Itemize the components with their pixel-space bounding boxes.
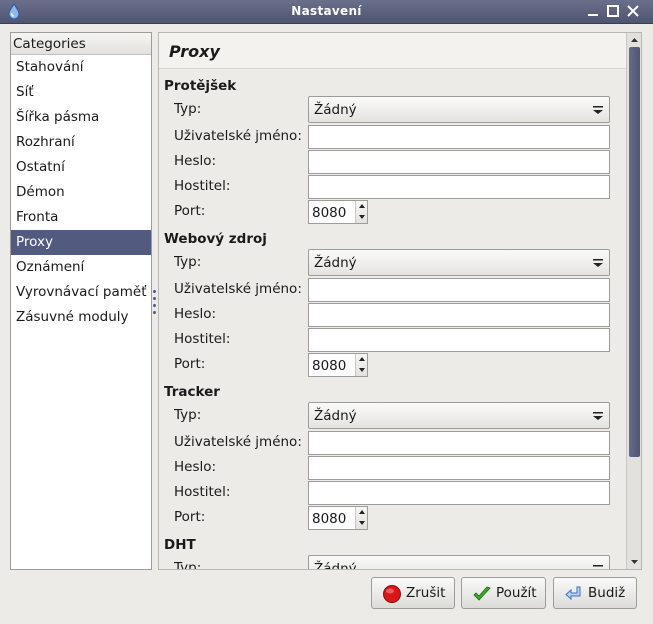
dht-type-label: Typ: <box>174 560 202 570</box>
vertical-scrollbar[interactable] <box>626 33 641 569</box>
minimize-icon <box>588 14 598 16</box>
stop-icon <box>383 585 401 603</box>
scroll-up-icon[interactable] <box>628 34 641 47</box>
spin-buttons[interactable] <box>355 507 367 529</box>
section-heading-web-seed: Webový zdroj <box>164 231 267 247</box>
tracker-type-label: Typ: <box>174 407 202 423</box>
peer-type-combo[interactable]: Žádný <box>308 96 610 123</box>
peer-type-label: Typ: <box>174 101 202 117</box>
maximize-icon <box>607 5 619 17</box>
web-password-input[interactable] <box>308 303 610 327</box>
peer-port-label: Port: <box>174 203 206 219</box>
cancel-label: Zrušit <box>406 585 446 601</box>
page-title: Proxy <box>169 42 220 61</box>
category-proxy[interactable]: Proxy <box>11 230 151 255</box>
combo-arrow-icon <box>593 106 603 114</box>
section-heading-dht: DHT <box>164 537 196 553</box>
pane-resize-handle[interactable] <box>153 288 157 316</box>
checkmark-icon <box>473 586 491 601</box>
page-title-bar: Proxy <box>159 33 626 69</box>
spin-down-icon[interactable] <box>356 365 368 376</box>
scrollbar-thumb[interactable] <box>629 47 640 457</box>
category-stahovani[interactable]: Stahování <box>11 55 151 80</box>
web-username-input[interactable] <box>308 278 610 302</box>
peer-username-label: Uživatelské jméno: <box>174 128 302 144</box>
tracker-port-label: Port: <box>174 509 206 525</box>
enter-arrow-icon <box>565 586 581 601</box>
proxy-settings-panel: Proxy Protějšek Typ: Žádný Uživatelské j… <box>158 32 642 570</box>
categories-list[interactable]: Categories Stahování Síť Šířka pásma Roz… <box>10 32 152 570</box>
tracker-type-value: Žádný <box>314 408 357 424</box>
web-type-value: Žádný <box>314 255 357 271</box>
web-host-input[interactable] <box>308 328 610 352</box>
scroll-down-icon[interactable] <box>628 555 641 568</box>
ok-button[interactable]: Budiž <box>553 577 637 609</box>
categories-header[interactable]: Categories <box>11 33 151 55</box>
spin-buttons[interactable] <box>355 354 367 376</box>
category-zasuvne-moduly[interactable]: Zásuvné moduly <box>11 305 151 330</box>
preferences-window: Categories Stahování Síť Šířka pásma Roz… <box>0 24 653 624</box>
tracker-host-label: Hostitel: <box>174 484 231 500</box>
spin-down-icon[interactable] <box>356 212 368 223</box>
peer-host-input[interactable] <box>308 175 610 199</box>
spin-up-icon[interactable] <box>356 507 368 518</box>
web-port-label: Port: <box>174 356 206 372</box>
cancel-button[interactable]: Zrušit <box>371 577 455 609</box>
tracker-username-label: Uživatelské jméno: <box>174 434 302 450</box>
tracker-password-label: Heslo: <box>174 459 217 475</box>
combo-arrow-icon <box>593 412 603 420</box>
ok-label: Budiž <box>588 585 626 601</box>
web-host-label: Hostitel: <box>174 331 231 347</box>
web-password-label: Heslo: <box>174 306 217 322</box>
dht-type-combo[interactable]: Žádný <box>308 555 610 570</box>
category-rozhrani[interactable]: Rozhraní <box>11 130 151 155</box>
spin-down-icon[interactable] <box>356 518 368 529</box>
peer-password-input[interactable] <box>308 150 610 174</box>
tracker-username-input[interactable] <box>308 431 610 455</box>
category-demon[interactable]: Démon <box>11 180 151 205</box>
spin-buttons[interactable] <box>355 201 367 223</box>
spin-up-icon[interactable] <box>356 354 368 365</box>
tracker-port-spinner[interactable]: 8080 <box>308 506 368 530</box>
category-oznameni[interactable]: Oznámení <box>11 255 151 280</box>
apply-button[interactable]: Použít <box>461 577 546 609</box>
web-type-combo[interactable]: Žádný <box>308 249 610 276</box>
maximize-button[interactable] <box>604 3 622 21</box>
peer-type-value: Žádný <box>314 102 357 118</box>
minimize-button[interactable] <box>584 3 602 21</box>
dht-type-value: Žádný <box>314 561 357 570</box>
web-port-value: 8080 <box>312 358 347 374</box>
category-ostatni[interactable]: Ostatní <box>11 155 151 180</box>
category-vyrovnavaci-pamet[interactable]: Vyrovnávací paměť <box>11 280 151 305</box>
peer-password-label: Heslo: <box>174 153 217 169</box>
peer-port-value: 8080 <box>312 205 347 221</box>
section-heading-tracker: Tracker <box>164 384 220 400</box>
combo-arrow-icon <box>593 565 603 567</box>
peer-port-spinner[interactable]: 8080 <box>308 200 368 224</box>
category-fronta[interactable]: Fronta <box>11 205 151 230</box>
close-icon <box>627 5 639 17</box>
apply-label: Použít <box>496 585 537 601</box>
peer-host-label: Hostitel: <box>174 178 231 194</box>
web-username-label: Uživatelské jméno: <box>174 281 302 297</box>
combo-arrow-icon <box>593 259 603 267</box>
web-port-spinner[interactable]: 8080 <box>308 353 368 377</box>
web-type-label: Typ: <box>174 254 202 270</box>
category-sit[interactable]: Síť <box>11 80 151 105</box>
tracker-host-input[interactable] <box>308 481 610 505</box>
tracker-port-value: 8080 <box>312 511 347 527</box>
category-sirka-pasma[interactable]: Šířka pásma <box>11 105 151 130</box>
close-button[interactable] <box>624 3 642 21</box>
title-bar[interactable]: Nastavení <box>0 0 653 24</box>
tracker-password-input[interactable] <box>308 456 610 480</box>
tracker-type-combo[interactable]: Žádný <box>308 402 610 429</box>
spin-up-icon[interactable] <box>356 201 368 212</box>
section-heading-peer: Protějšek <box>164 78 237 94</box>
peer-username-input[interactable] <box>308 125 610 149</box>
window-title: Nastavení <box>291 4 362 18</box>
